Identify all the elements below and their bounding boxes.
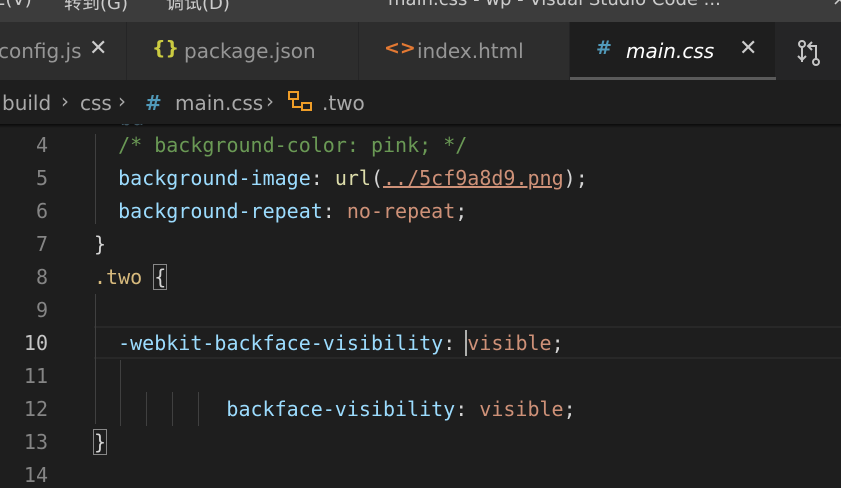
tab-index-html[interactable]: <> index.html	[359, 22, 570, 80]
menu-goto[interactable]: 转到(G)	[64, 0, 128, 15]
title-bar: Ё(V) 转到(G) 调试(D) main.css - wp - Visual …	[0, 0, 841, 22]
line-number: 7	[35, 232, 48, 256]
tab-main-css[interactable]: # main.css ✕	[570, 22, 776, 80]
code-line: background-repeat: no-repeat;	[118, 199, 468, 223]
code-line: backface-visibility: visible;	[226, 397, 576, 421]
tab-config-js[interactable]: config.js ✕	[0, 22, 127, 80]
code-line: }	[92, 429, 108, 455]
chevron-right-icon: ›	[266, 89, 274, 113]
tab-label: config.js	[0, 39, 82, 63]
url-link[interactable]: ../5cf9a8d9.png	[383, 166, 564, 190]
code-line: -webkit-backface-visibility: visible;	[118, 331, 564, 355]
line-number: 12	[23, 397, 48, 421]
tab-label: package.json	[184, 39, 316, 63]
breadcrumb: build › css › # main.css › .two	[0, 80, 841, 124]
tab-label: main.css	[626, 39, 715, 63]
editor-tab-bar: config.js ✕ {} package.json <> index.htm…	[0, 22, 841, 80]
breadcrumb-item-css[interactable]: css	[80, 91, 112, 115]
tab-label: index.html	[417, 39, 524, 63]
close-icon[interactable]: ✕	[89, 36, 107, 61]
line-number: 9	[35, 298, 48, 322]
code-line: background-image: url(../5cf9a8d9.png);	[118, 166, 588, 190]
breadcrumb-item-main-css[interactable]: main.css	[175, 91, 263, 115]
line-number: 5	[35, 166, 48, 190]
chevron-right-icon: ›	[61, 89, 69, 113]
close-icon[interactable]: ✕	[739, 36, 757, 61]
css-file-icon: #	[596, 37, 612, 59]
chevron-right-icon: ›	[118, 89, 126, 113]
matching-brace: {	[153, 264, 168, 290]
menu-view[interactable]: Ё(V)	[0, 0, 32, 10]
window-title: main.css - wp - Visual Studio Code ...	[388, 0, 721, 10]
line-number: 14	[23, 463, 48, 487]
line-number: 6	[35, 199, 48, 223]
menu-debug[interactable]: 调试(D)	[166, 0, 230, 15]
breadcrumb-item-build[interactable]: build	[2, 91, 51, 115]
text-cursor	[465, 330, 467, 356]
code-editor[interactable]: ba 4 /* background-color: pink; */ 5 bac…	[0, 124, 841, 488]
selector-symbol-icon	[288, 91, 312, 111]
line-number: 10	[23, 331, 48, 355]
code-line: }	[94, 232, 107, 256]
json-file-icon: {}	[152, 37, 180, 59]
code-line: .two {	[94, 264, 168, 290]
open-changes-icon[interactable]	[794, 38, 824, 68]
line-number: 4	[35, 133, 48, 157]
breadcrumb-shadow	[0, 124, 841, 128]
css-file-icon: #	[145, 91, 162, 115]
matching-brace: }	[92, 429, 108, 455]
breadcrumb-item-two[interactable]: .two	[322, 91, 365, 115]
line-number: 8	[35, 265, 48, 289]
line-number: 13	[23, 430, 48, 454]
line-number: 11	[23, 364, 48, 388]
code-line: /* background-color: pink; */	[118, 133, 468, 157]
html-file-icon: <>	[384, 37, 416, 59]
window-close-button[interactable]: ×	[832, 0, 841, 10]
tab-package-json[interactable]: {} package.json	[127, 22, 359, 80]
